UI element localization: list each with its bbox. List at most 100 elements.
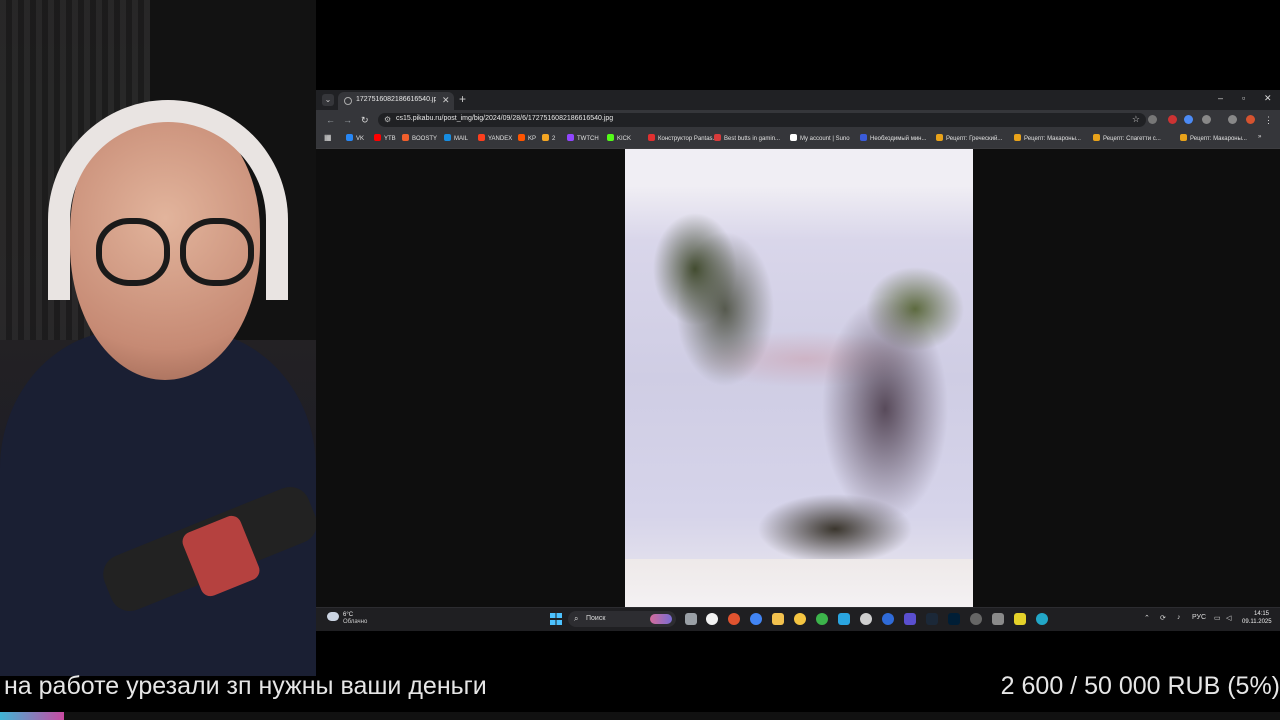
viewed-photo[interactable] bbox=[625, 149, 973, 607]
clock-date[interactable]: 09.11.2025 bbox=[1242, 619, 1272, 625]
bookmark-item[interactable]: VK bbox=[346, 134, 364, 142]
bookmark-favicon-icon bbox=[607, 134, 614, 141]
globe-icon bbox=[344, 97, 352, 105]
bookmark-item[interactable]: MAIL bbox=[444, 134, 468, 142]
steam-icon[interactable] bbox=[926, 613, 938, 625]
bookmark-favicon-icon bbox=[478, 134, 485, 141]
extension-icon[interactable] bbox=[1168, 115, 1177, 124]
app-icon[interactable] bbox=[1014, 613, 1026, 625]
bookmark-label: My account | Suno bbox=[800, 136, 850, 142]
browser-tab[interactable]: 1727516082186616540.jpg (97 ✕ bbox=[338, 92, 454, 110]
photoshop-icon[interactable] bbox=[948, 613, 960, 625]
image-viewer bbox=[316, 149, 1280, 607]
tab-close-icon[interactable]: ✕ bbox=[442, 95, 450, 106]
url-text[interactable]: cs15.pikabu.ru/post_img/big/2024/09/28/6… bbox=[396, 115, 613, 122]
app-icon[interactable] bbox=[794, 613, 806, 625]
forward-button[interactable]: → bbox=[343, 115, 352, 125]
bookmark-favicon-icon bbox=[346, 134, 353, 141]
bookmark-favicon-icon bbox=[374, 134, 381, 141]
new-tab-button[interactable]: + bbox=[459, 92, 466, 106]
profile-avatar[interactable] bbox=[1246, 115, 1255, 124]
yandex-browser-icon[interactable] bbox=[706, 613, 718, 625]
whatsapp-icon[interactable] bbox=[816, 613, 828, 625]
bookmark-item[interactable]: KICK bbox=[607, 134, 631, 142]
weather-description[interactable]: Облачно bbox=[343, 619, 367, 625]
glasses-left-lens bbox=[96, 218, 170, 286]
tab-title: 1727516082186616540.jpg (97 bbox=[356, 96, 436, 103]
apps-grid-icon[interactable]: ▦ bbox=[324, 133, 332, 142]
telegram-icon[interactable] bbox=[838, 613, 850, 625]
obs-icon[interactable] bbox=[970, 613, 982, 625]
extensions-puzzle-icon[interactable] bbox=[1202, 115, 1211, 124]
reload-button[interactable]: ↻ bbox=[361, 115, 369, 126]
bookmark-favicon-icon bbox=[790, 134, 797, 141]
bookmark-item[interactable]: Рецепт: Греческий... bbox=[936, 134, 1002, 142]
bookmark-label: YTB bbox=[384, 136, 396, 142]
bookmark-label: Рецепт: Макароны... bbox=[1024, 136, 1081, 142]
bookmark-item[interactable]: Рецепт: Макароны... bbox=[1014, 134, 1081, 142]
bookmark-item[interactable]: Рецепт: Спагетти с... bbox=[1093, 134, 1161, 142]
tab-search-button[interactable]: ⌄ bbox=[322, 94, 334, 106]
vk-icon[interactable] bbox=[904, 613, 916, 625]
donation-message: на работе урезали зп нужны ваши деньги bbox=[4, 672, 487, 700]
file-explorer-icon[interactable] bbox=[772, 613, 784, 625]
window-close-button[interactable]: ✕ bbox=[1264, 93, 1272, 104]
bookmark-favicon-icon bbox=[714, 134, 721, 141]
bookmark-item[interactable]: BOOSTY bbox=[402, 134, 437, 142]
weather-cloud-icon[interactable] bbox=[327, 612, 339, 621]
desktop-capture: ⌄ 1727516082186616540.jpg (97 ✕ + – ▫ ✕ … bbox=[316, 90, 1280, 631]
microphone-icon[interactable]: ♪ bbox=[1177, 614, 1181, 621]
bookmark-label: KICK bbox=[617, 136, 632, 142]
minimize-button[interactable]: – bbox=[1218, 93, 1223, 103]
clock-time[interactable]: 14:15 bbox=[1254, 611, 1269, 617]
sidebar-icon[interactable] bbox=[1228, 115, 1237, 124]
bookmark-label: TWTCH bbox=[577, 136, 599, 142]
bookmark-item[interactable]: My account | Suno bbox=[790, 134, 850, 142]
tray-app-icon[interactable]: ⟳ bbox=[1160, 614, 1166, 622]
windows-taskbar: 6°C Облачно ⌕ Поиск ⌃ ⟳ ♪ РУС ▭ ◁ 14:15 … bbox=[316, 607, 1280, 631]
bookmark-item[interactable]: Рецепт: Макароны... bbox=[1180, 134, 1247, 142]
maximize-button[interactable]: ▫ bbox=[1242, 93, 1245, 103]
windows-start-icon[interactable] bbox=[550, 613, 562, 625]
app-icon[interactable] bbox=[992, 613, 1004, 625]
extension-icon[interactable] bbox=[1148, 115, 1157, 124]
bookmark-item[interactable]: Конструктор Pantas... bbox=[648, 134, 718, 142]
network-icon[interactable]: ▭ bbox=[1214, 614, 1221, 622]
extension-icon[interactable] bbox=[1184, 115, 1193, 124]
menu-kebab-icon[interactable]: ⋮ bbox=[1264, 115, 1273, 126]
tray-chevron-icon[interactable]: ⌃ bbox=[1144, 614, 1150, 622]
omnibox[interactable]: ⚙ cs15.pikabu.ru/post_img/big/2024/09/28… bbox=[378, 113, 1146, 127]
chrome-icon[interactable] bbox=[750, 613, 762, 625]
site-info-icon[interactable]: ⚙ bbox=[384, 115, 391, 124]
bookmark-item[interactable]: Best butts in gamin... bbox=[714, 134, 780, 142]
volume-icon[interactable]: ◁ bbox=[1226, 614, 1231, 622]
taskbar-search[interactable]: ⌕ Поиск bbox=[568, 611, 676, 627]
address-bar-row: ← → ↻ ⚙ cs15.pikabu.ru/post_img/big/2024… bbox=[316, 110, 1280, 130]
bookmark-item[interactable]: YANDEX bbox=[478, 134, 512, 142]
app-icon[interactable] bbox=[860, 613, 872, 625]
app-icon[interactable] bbox=[1036, 613, 1048, 625]
app-icon[interactable] bbox=[728, 613, 740, 625]
task-view-icon[interactable] bbox=[685, 613, 697, 625]
bookmark-item[interactable]: TWTCH bbox=[567, 134, 599, 142]
bookmark-star-icon[interactable]: ☆ bbox=[1132, 114, 1140, 125]
bookmark-label: KP bbox=[528, 136, 537, 142]
bookmark-favicon-icon bbox=[1014, 134, 1021, 141]
bookmark-item[interactable]: YTB bbox=[374, 134, 396, 142]
bookmarks-overflow-icon[interactable]: » bbox=[1258, 134, 1261, 140]
bookmark-favicon-icon bbox=[518, 134, 525, 141]
search-label: Поиск bbox=[586, 615, 606, 622]
search-highlight-icon bbox=[650, 614, 672, 624]
bookmark-favicon-icon bbox=[860, 134, 867, 141]
bookmark-favicon-icon bbox=[567, 134, 574, 141]
glasses-right-lens bbox=[180, 218, 254, 286]
language-indicator[interactable]: РУС bbox=[1192, 614, 1206, 621]
back-button[interactable]: ← bbox=[326, 115, 335, 125]
bookmark-item[interactable]: Необходимый мин... bbox=[860, 134, 926, 142]
bookmark-label: Необходимый мин... bbox=[870, 136, 927, 142]
bookmark-item[interactable]: KP bbox=[518, 134, 536, 142]
bookmark-label: Best butts in gamin... bbox=[724, 136, 781, 142]
bookmark-item[interactable]: 2 bbox=[542, 134, 555, 142]
app-icon[interactable] bbox=[882, 613, 894, 625]
weather-temperature[interactable]: 6°C bbox=[343, 612, 353, 618]
